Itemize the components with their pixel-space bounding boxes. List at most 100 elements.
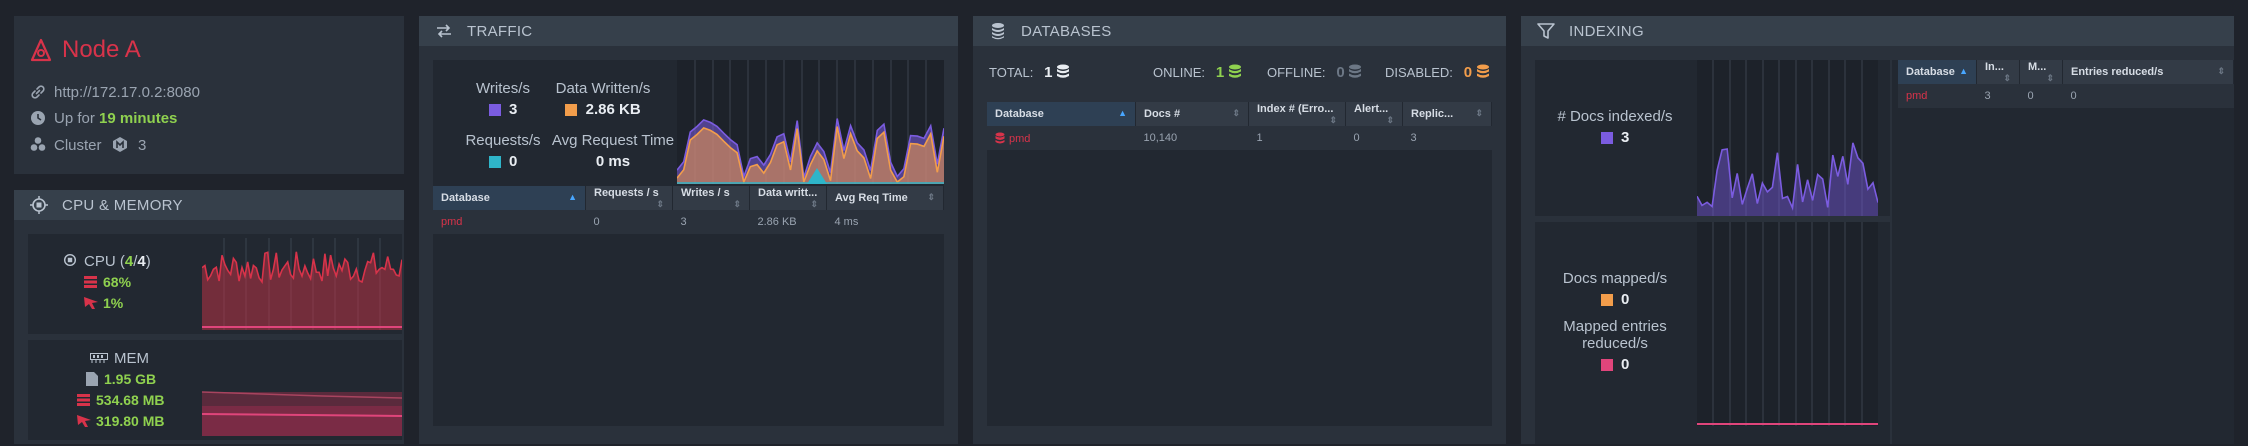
cpu-memory-title: CPU & MEMORY xyxy=(62,196,183,214)
avg-req-value: 0 ms xyxy=(595,153,631,170)
cell-db-name[interactable]: pmd xyxy=(987,126,1136,150)
sort-icon: ⇕ xyxy=(1475,108,1483,118)
cpu-close: ) xyxy=(145,253,151,270)
uptime-value: 19 minutes xyxy=(99,110,178,127)
col-requests-label: Requests / s xyxy=(594,186,659,199)
machine-mem-icon xyxy=(77,394,90,406)
docs-mapped-stat: Docs mapped/s 0 xyxy=(1555,270,1675,308)
data-written-label: Data Written/s xyxy=(555,80,651,97)
cpu-machine-value: 68% xyxy=(103,274,132,290)
table-row[interactable]: pmd 0 3 2.86 KB 4 ms xyxy=(433,210,944,234)
db-online-value: 1 xyxy=(1215,64,1225,81)
col-idx-reduced[interactable]: Entries reduced/s ⇕ xyxy=(2062,60,2234,84)
requests-value: 0 xyxy=(509,153,518,170)
docs-indexed-value: 3 xyxy=(1621,129,1630,146)
cell-requests: 0 xyxy=(585,210,673,234)
col-data-written[interactable]: Data writt... ⇕ xyxy=(749,186,827,210)
col-requests[interactable]: Requests / s ⇕ xyxy=(585,186,673,210)
docs-indexed-stat: # Docs indexed/s 3 xyxy=(1555,108,1675,146)
col-idx-indexed-label: In... xyxy=(1985,60,2004,73)
col-replicas[interactable]: Replic... ⇕ xyxy=(1402,102,1492,126)
sort-icon: ⇕ xyxy=(810,198,818,209)
uptime: Up for 19 minutes xyxy=(54,110,177,127)
col-docs[interactable]: Docs # ⇕ xyxy=(1135,102,1249,126)
db-offline-value: 0 xyxy=(1336,64,1345,81)
data-written-value: 2.86 KB xyxy=(585,101,641,118)
database-stack-icon xyxy=(992,23,1004,40)
docs-indexed-legend xyxy=(1600,132,1613,145)
col-database-label: Database xyxy=(441,192,490,204)
col-idx-database[interactable]: Database ▲ xyxy=(1898,60,1977,84)
cell-data-written: 2.86 KB xyxy=(749,210,827,234)
db-offline: OFFLINE: 0 xyxy=(1267,64,1364,81)
traffic-table: Database ▲ Requests / s ⇕ Writes / s ⇕ Data… xyxy=(433,186,944,234)
indexing-table: Database ▲ In... ⇕ M... ⇕ Entries reduced/s… xyxy=(1898,60,2234,108)
cell-idx-mapped: 0 xyxy=(2019,84,2063,108)
machine-icon xyxy=(84,276,97,288)
node-name: Node A xyxy=(62,36,141,63)
traffic-header: TRAFFIC xyxy=(419,16,958,46)
cpu-chip-icon xyxy=(63,253,77,267)
writes-label: Writes/s xyxy=(476,80,530,97)
cpu-label-text: CPU ( xyxy=(84,253,125,270)
databases-header: DATABASES xyxy=(973,16,1506,46)
db-total-value: 1 xyxy=(1044,64,1053,81)
db-online-icon xyxy=(1228,64,1241,78)
cpu-process-usage: 1% xyxy=(84,295,123,311)
cluster-count: 3 xyxy=(138,137,147,154)
col-db-name[interactable]: Database ▲ xyxy=(987,102,1136,126)
cell-alerts: 0 xyxy=(1345,126,1403,150)
col-avg-req[interactable]: Avg Req Time ⇕ xyxy=(826,186,944,210)
col-idx-indexed[interactable]: In... ⇕ xyxy=(1976,60,2020,84)
link-icon xyxy=(31,85,45,99)
sort-icon: ▲ xyxy=(568,192,577,202)
docs-mapped-section: Docs mapped/s 0 Mapped entries reduced/s… xyxy=(1535,222,1890,444)
db-disabled-icon xyxy=(1476,64,1489,78)
indexing-table-header: Database ▲ In... ⇕ M... ⇕ Entries reduced/s… xyxy=(1898,60,2234,84)
docs-mapped-value: 0 xyxy=(1621,291,1630,308)
table-row[interactable]: pmd 3 0 0 xyxy=(1898,84,2234,108)
cpu-cores-total: 4 xyxy=(137,253,146,270)
mapped-reduced-label: Mapped entries reduced/s xyxy=(1563,318,1667,352)
sort-icon: ⇕ xyxy=(1329,114,1337,125)
db-offline-icon xyxy=(1349,64,1362,78)
db-disabled: DISABLED: 0 xyxy=(1385,64,1492,81)
col-alerts[interactable]: Alert... ⇕ xyxy=(1345,102,1403,126)
clock-icon xyxy=(31,111,45,125)
col-writes[interactable]: Writes / s ⇕ xyxy=(672,186,750,210)
col-database[interactable]: Database ▲ xyxy=(433,186,586,210)
writes-stat: Writes/s 3 xyxy=(463,80,543,118)
node-url[interactable]: http://172.17.0.2:8080 xyxy=(54,84,200,101)
node-icon xyxy=(30,38,52,62)
col-writes-label: Writes / s xyxy=(681,186,730,199)
mem-machine-usage: 534.68 MB xyxy=(77,392,164,408)
cell-idx-reduced: 0 xyxy=(2062,84,2234,108)
cell-idx-indexed: 3 xyxy=(1976,84,2020,108)
docs-indexed-label: # Docs indexed/s xyxy=(1557,108,1673,125)
sort-icon: ▲ xyxy=(1959,66,1968,76)
requests-stat: Requests/s 0 xyxy=(453,132,553,170)
cluster-logo-icon xyxy=(113,137,127,152)
col-docs-label: Docs # xyxy=(1144,108,1181,120)
db-total-icon xyxy=(1057,64,1070,78)
col-idx-mapped[interactable]: M... ⇕ xyxy=(2019,60,2063,84)
docs-mapped-chart xyxy=(1697,222,1878,426)
col-indexes[interactable]: Index # (Erro... ⇕ xyxy=(1248,102,1346,126)
databases-table: Database ▲ Docs # ⇕ Index # (Erro... ⇕ Aler… xyxy=(987,102,1492,150)
col-replicas-label: Replic... xyxy=(1411,108,1454,120)
cell-replicas: 3 xyxy=(1402,126,1492,150)
cell-database[interactable]: pmd xyxy=(433,210,586,234)
cluster-icon xyxy=(30,137,46,151)
cpu-machine-usage: 68% xyxy=(84,274,131,290)
databases-body: Database ▲ Docs # ⇕ Index # (Erro... ⇕ Aler… xyxy=(987,102,1492,426)
cpu-chart-svg xyxy=(202,238,402,330)
writes-legend xyxy=(488,104,501,117)
traffic-chart xyxy=(677,60,944,184)
db-online: ONLINE: 1 xyxy=(1153,64,1244,81)
mem-section: MEM 1.95 GB 534.68 MB 319.80 MB xyxy=(28,340,402,440)
db-offline-label: OFFLINE: xyxy=(1267,65,1326,80)
mapped-reduced-legend xyxy=(1600,359,1613,372)
cell-idx-database[interactable]: pmd xyxy=(1898,84,1977,108)
cell-docs: 10,140 xyxy=(1135,126,1249,150)
table-row[interactable]: pmd 10,140 1 0 3 xyxy=(987,126,1492,150)
